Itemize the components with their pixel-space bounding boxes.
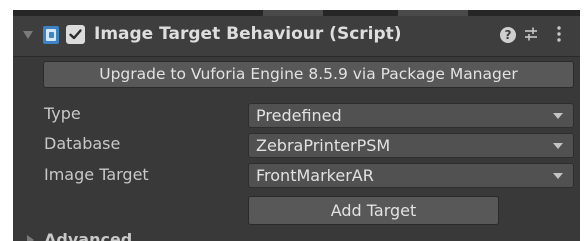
type-label: Type: [44, 104, 81, 123]
dropdown-arrow-icon: [553, 143, 563, 149]
help-icon[interactable]: ?: [500, 27, 516, 43]
type-dropdown[interactable]: Predefined: [248, 103, 574, 128]
advanced-foldout-arrow-icon[interactable]: [27, 235, 34, 241]
inspector-panel: Image Target Behaviour (Script) ? Upgrad…: [13, 10, 580, 241]
image-target-dropdown[interactable]: FrontMarkerAR: [248, 163, 574, 188]
database-value: ZebraPrinterPSM: [256, 136, 391, 155]
dropdown-arrow-icon: [553, 113, 563, 119]
menu-icon[interactable]: [555, 25, 563, 43]
script-icon: [43, 26, 59, 44]
image-target-label: Image Target: [44, 165, 149, 184]
component-header[interactable]: Image Target Behaviour (Script) ?: [13, 16, 580, 57]
database-dropdown[interactable]: ZebraPrinterPSM: [248, 133, 574, 158]
preset-icon[interactable]: [523, 26, 539, 42]
dropdown-arrow-icon: [553, 173, 563, 179]
foldout-arrow-icon[interactable]: [23, 31, 33, 39]
upgrade-vuforia-button[interactable]: Upgrade to Vuforia Engine 8.5.9 via Pack…: [43, 61, 574, 88]
checkmark-icon: [69, 29, 82, 40]
image-target-value: FrontMarkerAR: [256, 166, 374, 185]
enable-checkbox[interactable]: [66, 25, 85, 44]
component-title: Image Target Behaviour (Script): [94, 24, 402, 44]
type-value: Predefined: [256, 106, 342, 125]
database-label: Database: [44, 134, 121, 153]
add-target-button[interactable]: Add Target: [248, 196, 499, 225]
advanced-foldout-label[interactable]: Advanced: [44, 230, 132, 241]
screenshot-frame: Image Target Behaviour (Script) ? Upgrad…: [0, 0, 587, 241]
